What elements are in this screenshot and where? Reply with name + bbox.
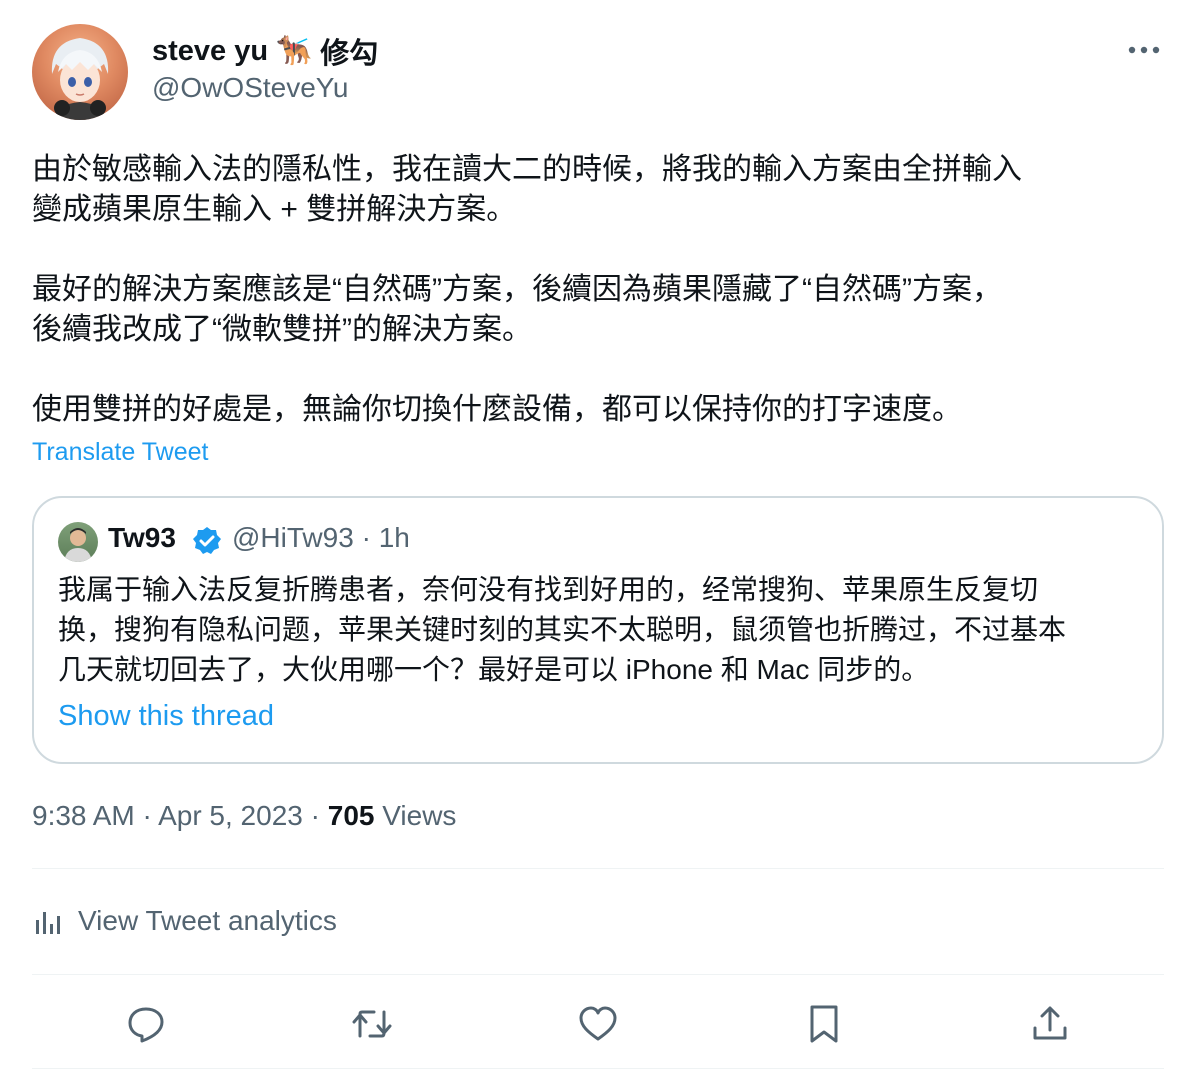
views-count: 705 [327, 800, 375, 831]
tweet-date[interactable]: Apr 5, 2023 [158, 800, 303, 831]
tweet-meta: 9:38 AM · Apr 5, 2023 · 705 Views [32, 800, 456, 832]
more-options-icon[interactable] [1122, 36, 1166, 64]
quote-author-handle: @HiTw93 [232, 522, 354, 553]
quote-separator: · [361, 522, 371, 553]
view-analytics-button[interactable]: View Tweet analytics [32, 904, 337, 938]
bookmark-icon[interactable] [802, 1002, 846, 1046]
author-name-suffix: 修勾 [320, 38, 379, 70]
author-handle[interactable]: @OwOSteveYu [152, 72, 349, 104]
verified-badge-icon [192, 526, 222, 556]
quoted-tweet-card[interactable]: Tw93 @HiTw93 · 1h 我属于输入法反复折腾患者，奈何没有找到好用的… [32, 496, 1164, 764]
author-name: steve yu [152, 34, 269, 67]
quote-meta: @HiTw93 · 1h [232, 522, 410, 554]
meta-separator-1: · [142, 800, 152, 831]
analytics-icon [36, 912, 60, 934]
reply-icon[interactable] [124, 1002, 168, 1046]
show-thread-link[interactable]: Show this thread [58, 700, 274, 733]
retweet-icon[interactable] [350, 1002, 394, 1046]
views-label: Views [382, 800, 457, 831]
tweet-text: 由於敏感輸入法的隱私性，我在讀大二的時候，將我的輸入方案由全拼輸入 變成蘋果原生… [32, 153, 1022, 426]
share-icon[interactable] [1028, 1002, 1072, 1046]
like-icon[interactable] [576, 1002, 620, 1046]
author-name-row[interactable]: steve yu 🐕‍🦺 修勾 [152, 30, 378, 72]
meta-separator-2: · [310, 800, 320, 831]
quote-author-name: Tw93 [108, 522, 176, 553]
author-avatar[interactable] [32, 24, 128, 120]
guide-dog-emoji-icon: 🐕‍🦺 [276, 35, 313, 67]
divider [32, 868, 1164, 869]
divider [32, 1068, 1164, 1069]
quote-author-avatar [58, 522, 98, 562]
tweet-time[interactable]: 9:38 AM [32, 800, 135, 831]
quote-text: 我属于输入法反复折腾患者，奈何没有找到好用的，经常搜狗、苹果原生反复切 换，搜狗… [58, 574, 1067, 685]
translate-tweet-link[interactable]: Translate Tweet [32, 438, 208, 467]
divider [32, 974, 1164, 975]
analytics-label: View Tweet analytics [78, 905, 337, 936]
quote-time: 1h [378, 522, 410, 553]
